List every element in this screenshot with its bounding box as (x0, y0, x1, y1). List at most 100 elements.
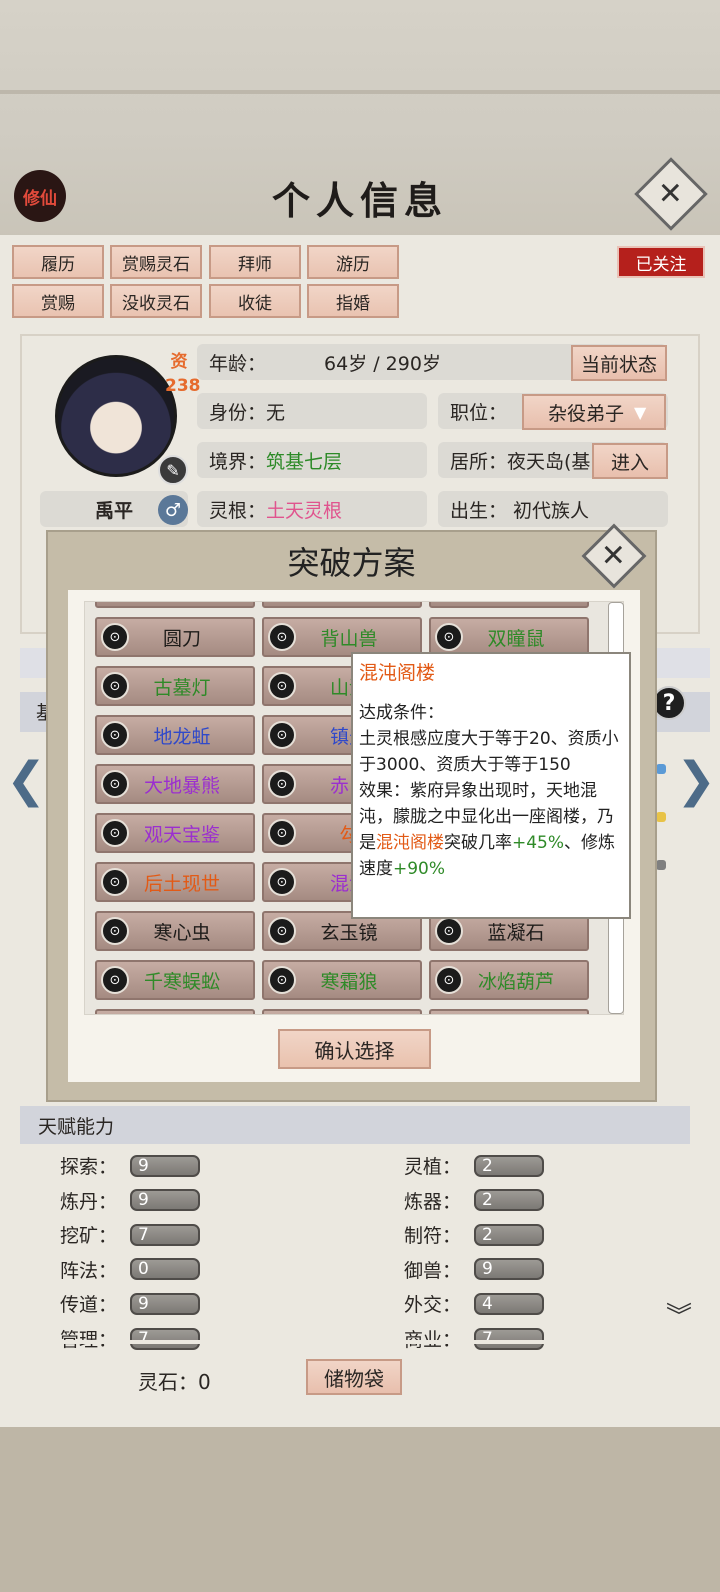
position-label: 职位： (450, 401, 508, 424)
top-button[interactable]: 拜师 (209, 245, 301, 279)
age-label: 年龄： (209, 352, 267, 375)
followed-button[interactable]: 已关注 (617, 246, 705, 278)
plan-item[interactable]: ⊙ 地龙蚯 (95, 715, 255, 755)
plan-item[interactable] (262, 602, 422, 608)
plan-item[interactable]: ⊙ 双瞳鼠 (429, 617, 589, 657)
tooltip-condition-label: 达成条件： (359, 703, 444, 723)
talent-label: 炼器： (404, 1190, 462, 1213)
plan-label: 千寒蜈蚣 (143, 970, 220, 993)
top-button[interactable]: 赏赐灵石 (110, 245, 202, 279)
talent-item: 炼器： 2 (404, 1187, 544, 1214)
plan-item[interactable] (95, 1009, 255, 1014)
talent-value: 7 (130, 1327, 200, 1350)
plan-item[interactable]: ⊙ 千寒蜈蚣 (95, 960, 255, 1000)
identity-label: 身份： (209, 401, 267, 424)
talent-item: 挖矿： 7 (60, 1221, 200, 1248)
scroll-down-icon[interactable]: ︾ (666, 1296, 692, 1333)
tooltip-effect-mid: 突破几率 (444, 833, 512, 853)
age-value: 64岁 / 290岁 (324, 352, 441, 375)
plan-label: 玄玉镜 (320, 921, 378, 944)
plan-icon: ⊙ (435, 917, 463, 945)
help-icon[interactable]: ? (652, 686, 686, 720)
talent-item: 阵法： 0 (60, 1256, 200, 1283)
plan-icon: ⊙ (101, 966, 129, 994)
spirit-root-row: 灵根： 土天灵根 (197, 491, 427, 527)
top-button[interactable]: 没收灵石 (110, 284, 202, 318)
plan-icon: ⊙ (101, 917, 129, 945)
storage-bag-button[interactable]: 储物袋 (306, 1359, 402, 1395)
talent-label: 制符： (404, 1225, 462, 1248)
talent-item: 探索： 9 (60, 1152, 200, 1179)
tooltip-effect: 效果：紫府异象出现时，天地混沌，朦胧之中显化出一座阁楼，乃是混沌阁楼突破几率+4… (359, 778, 623, 882)
plan-icon: ⊙ (101, 819, 129, 847)
top-button[interactable]: 指婚 (307, 284, 399, 318)
dropdown-arrow-icon: ▼ (634, 402, 647, 422)
spirit-root-value: 土天灵根 (266, 499, 343, 522)
talent-value: 9 (130, 1154, 200, 1177)
position-value: 杂役弟子 (548, 402, 625, 425)
plan-icon: ⊙ (268, 721, 296, 749)
plan-label: 双瞳鼠 (487, 627, 545, 650)
plan-item[interactable]: ⊙ 观天宝鉴 (95, 813, 255, 853)
current-status-button[interactable]: 当前状态 (571, 345, 667, 381)
talent-value: 7 (130, 1223, 200, 1246)
prev-arrow-icon[interactable]: ❮ (6, 752, 46, 808)
next-arrow-icon[interactable]: ❯ (676, 752, 716, 808)
plan-item[interactable]: ⊙ 古墓灯 (95, 666, 255, 706)
position-select[interactable]: 杂役弟子 ▼ (522, 394, 666, 430)
plan-icon: ⊙ (268, 868, 296, 896)
plan-icon: ⊙ (268, 770, 296, 798)
top-button[interactable]: 履历 (12, 245, 104, 279)
page-title: 个人信息 (271, 178, 448, 223)
birth-label: 出生： (450, 499, 508, 522)
edit-icon[interactable]: ✎ (158, 455, 188, 485)
plan-item[interactable] (262, 1009, 422, 1014)
plan-item[interactable]: ⊙ 圆刀 (95, 617, 255, 657)
birth-value: 初代族人 (513, 499, 590, 522)
talent-label: 灵植： (404, 1156, 462, 1178)
plan-icon: ⊙ (435, 623, 463, 651)
plan-icon: ⊙ (101, 770, 129, 798)
identity-value: 无 (266, 401, 286, 424)
plan-item[interactable] (429, 1009, 589, 1014)
top-button[interactable]: 收徒 (209, 284, 301, 318)
plan-label: 背山兽 (320, 627, 378, 650)
talent-value: 2 (474, 1154, 544, 1177)
top-button[interactable]: 游历 (307, 245, 399, 279)
plan-item[interactable] (429, 602, 589, 608)
plan-item[interactable]: ⊙ 冰焰葫芦 (429, 960, 589, 1000)
male-icon: ♂ (158, 495, 188, 525)
plan-label: 地龙蚯 (153, 725, 211, 748)
talent-value: 4 (474, 1292, 544, 1315)
talent-label: 传道： (60, 1294, 118, 1317)
plan-item[interactable]: ⊙ 背山兽 (262, 617, 422, 657)
aptitude-value: 238 (165, 376, 201, 396)
talent-label: 阵法： (60, 1259, 118, 1282)
talent-clip (20, 1340, 690, 1344)
plan-tooltip: 混沌阁楼 达成条件： 土灵根感应度大于等于20、资质小于3000、资质大于等于1… (351, 652, 631, 919)
talent-label: 挖矿： (60, 1225, 118, 1248)
talent-value: 0 (130, 1258, 200, 1281)
talent-label: 炼丹： (60, 1190, 118, 1213)
enter-button[interactable]: 进入 (592, 443, 668, 479)
top-button[interactable]: 赏赐 (12, 284, 104, 318)
talent-item: 炼丹： 9 (60, 1187, 200, 1214)
plan-label: 蓝凝石 (487, 921, 545, 944)
plan-item[interactable]: ⊙ 大地暴熊 (95, 764, 255, 804)
avatar[interactable] (55, 355, 177, 477)
plan-item[interactable]: ⊙ 寒霜狼 (262, 960, 422, 1000)
close-icon: ✕ (601, 538, 627, 574)
plan-item[interactable]: ⊙ 寒心虫 (95, 911, 255, 951)
talent-value: 9 (474, 1258, 544, 1281)
confirm-select-button[interactable]: 确认选择 (278, 1029, 431, 1069)
plan-item[interactable]: ⊙ 后土现世 (95, 862, 255, 902)
plan-label: 观天宝鉴 (143, 823, 220, 846)
plan-icon: ⊙ (101, 672, 129, 700)
plan-item[interactable] (95, 602, 255, 608)
talent-item: 传道： 9 (60, 1290, 200, 1317)
birth-row: 出生： 初代族人 (438, 491, 668, 527)
close-icon: ✕ (658, 176, 684, 212)
realm-row: 境界： 筑基七层 (197, 442, 427, 478)
tooltip-bonus-breakthrough: +45% (512, 833, 565, 853)
plan-icon: ⊙ (268, 966, 296, 994)
